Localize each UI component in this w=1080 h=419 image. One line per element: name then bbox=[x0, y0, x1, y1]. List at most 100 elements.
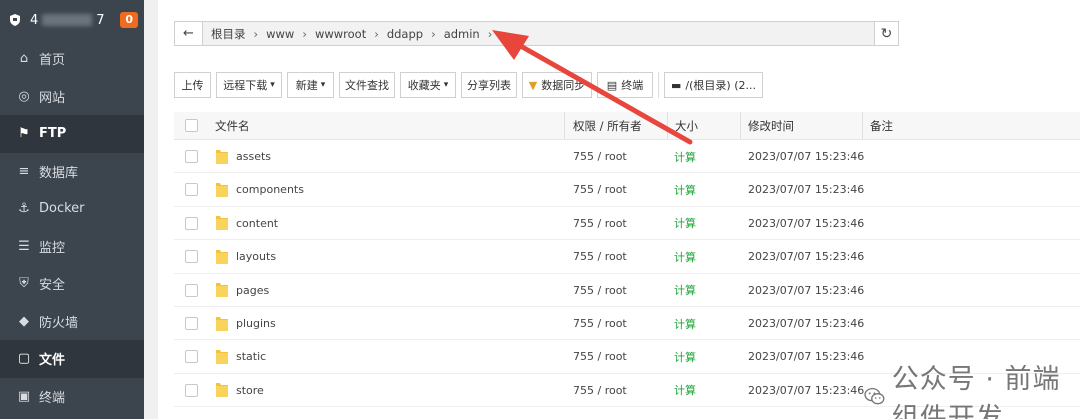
modified-time-cell: 2023/07/07 15:23:46 bbox=[748, 216, 865, 230]
terminal-button[interactable]: ▤ 终端 bbox=[597, 72, 653, 98]
size-calc-link[interactable]: 计算 bbox=[674, 173, 696, 206]
select-all-checkbox[interactable] bbox=[185, 119, 198, 133]
modified-time-cell: 2023/07/07 15:23:46 bbox=[748, 383, 865, 397]
sidebar-item-0[interactable]: ⌂ 首页 bbox=[0, 40, 144, 78]
table-row[interactable]: layouts 755 / root 计算 2023/07/07 15:23:46 bbox=[174, 240, 1080, 274]
sidebar-item-9[interactable]: ▣ 终端 bbox=[0, 378, 144, 416]
size-calc-link[interactable]: 计算 bbox=[674, 340, 696, 373]
file-name[interactable]: content bbox=[236, 217, 278, 230]
header-size[interactable]: 大小 bbox=[675, 112, 698, 140]
sidebar-item-5[interactable]: ☰ 监控 bbox=[0, 228, 144, 266]
table-row[interactable]: plugins 755 / root 计算 2023/07/07 15:23:46 bbox=[174, 307, 1080, 341]
file-name-cell[interactable]: components bbox=[215, 173, 304, 206]
sidebar-item-4[interactable]: ⚓ Docker bbox=[0, 190, 144, 228]
header-permission[interactable]: 权限 / 所有者 bbox=[573, 112, 642, 140]
path-bar[interactable]: ← 根目录 › www › wwwroot › ddapp › admin › bbox=[174, 21, 898, 46]
file-name-cell[interactable]: assets bbox=[215, 140, 271, 173]
favorites-button[interactable]: 收藏夹 ▾ bbox=[400, 72, 456, 98]
share-list-button[interactable]: 分享列表 bbox=[461, 72, 517, 98]
account-prefix: 4 bbox=[30, 12, 39, 28]
file-name[interactable]: static bbox=[236, 350, 266, 363]
account-header[interactable]: 4 7 0 bbox=[0, 0, 144, 40]
sidebar-item-1[interactable]: ◎ 网站 bbox=[0, 78, 144, 116]
sidebar-item-3[interactable]: ≡ 数据库 bbox=[0, 153, 144, 191]
sidebar-item-label: 首页 bbox=[39, 53, 66, 69]
new-button[interactable]: 新建 ▾ bbox=[287, 72, 334, 98]
breadcrumb-item[interactable]: admin bbox=[444, 27, 480, 41]
chevron-right-icon: › bbox=[374, 26, 379, 41]
breadcrumb-item[interactable]: wwwroot bbox=[315, 27, 366, 41]
header-note[interactable]: 备注 bbox=[870, 112, 893, 140]
file-name[interactable]: components bbox=[236, 183, 304, 196]
row-checkbox[interactable] bbox=[185, 173, 198, 206]
upload-button[interactable]: 上传 bbox=[174, 72, 211, 98]
row-checkbox[interactable] bbox=[185, 374, 198, 407]
sidebar-item-8[interactable]: ▢ 文件 bbox=[0, 340, 144, 378]
file-name-cell[interactable]: store bbox=[215, 374, 264, 407]
sidebar-item-2[interactable]: ⚑ FTP bbox=[0, 115, 144, 153]
file-name-cell[interactable]: layouts bbox=[215, 240, 276, 273]
permission-cell[interactable]: 755 / root bbox=[573, 374, 627, 407]
sidebar-item-label: Docker bbox=[39, 201, 85, 217]
row-checkbox[interactable] bbox=[185, 207, 198, 240]
file-name-cell[interactable]: pages bbox=[215, 274, 269, 307]
file-name[interactable]: plugins bbox=[236, 317, 276, 330]
notification-badge[interactable]: 0 bbox=[120, 12, 138, 28]
row-checkbox[interactable] bbox=[185, 274, 198, 307]
data-sync-button[interactable]: ▼ 数据同步 bbox=[522, 72, 592, 98]
size-calc-link[interactable]: 计算 bbox=[674, 274, 696, 307]
column-divider bbox=[862, 112, 863, 140]
file-name-cell[interactable]: static bbox=[215, 340, 266, 373]
size-calc-link[interactable]: 计算 bbox=[674, 374, 696, 407]
row-checkbox[interactable] bbox=[185, 307, 198, 340]
header-modified[interactable]: 修改时间 bbox=[748, 112, 794, 140]
docker-icon: ⚓ bbox=[18, 201, 30, 217]
permission-cell[interactable]: 755 / root bbox=[573, 340, 627, 373]
caret-down-icon: ▾ bbox=[320, 80, 326, 90]
permission-cell[interactable]: 755 / root bbox=[573, 173, 627, 206]
file-name-cell[interactable]: content bbox=[215, 207, 278, 240]
table-row[interactable]: content 755 / root 计算 2023/07/07 15:23:46 bbox=[174, 207, 1080, 241]
row-checkbox[interactable] bbox=[185, 140, 198, 173]
toolbar-divider bbox=[658, 72, 659, 98]
size-calc-link[interactable]: 计算 bbox=[674, 307, 696, 340]
permission-cell[interactable]: 755 / root bbox=[573, 140, 627, 173]
sidebar-item-7[interactable]: ◆ 防火墙 bbox=[0, 303, 144, 341]
folder-icon bbox=[216, 349, 228, 364]
table-row[interactable]: assets 755 / root 计算 2023/07/07 15:23:46 bbox=[174, 140, 1080, 174]
size-calc-link[interactable]: 计算 bbox=[674, 207, 696, 240]
file-name-cell[interactable]: plugins bbox=[215, 307, 276, 340]
sidebar-item-label: 网站 bbox=[39, 90, 66, 106]
breadcrumb-item[interactable]: www bbox=[266, 27, 294, 41]
file-name[interactable]: layouts bbox=[236, 250, 276, 263]
table-row[interactable]: components 755 / root 计算 2023/07/07 15:23:4… bbox=[174, 173, 1080, 207]
row-checkbox[interactable] bbox=[185, 240, 198, 273]
table-header: 文件名 权限 / 所有者 大小 修改时间 备注 bbox=[174, 112, 1080, 140]
table-row[interactable]: pages 755 / root 计算 2023/07/07 15:23:46 bbox=[174, 274, 1080, 307]
header-name[interactable]: 文件名 bbox=[215, 112, 250, 140]
refresh-icon: ↻ bbox=[880, 25, 893, 42]
row-checkbox[interactable] bbox=[185, 340, 198, 373]
disk-selector-button[interactable]: ▬/(根目录) (2... bbox=[664, 72, 763, 98]
sidebar-item-label: 监控 bbox=[39, 240, 66, 256]
sidebar-item-6[interactable]: ⛨ 安全 bbox=[0, 265, 144, 303]
size-calc-link[interactable]: 计算 bbox=[674, 140, 696, 173]
permission-cell[interactable]: 755 / root bbox=[573, 207, 627, 240]
remote-download-button[interactable]: 远程下载 ▾ bbox=[216, 72, 282, 98]
disk-icon: ▬ bbox=[671, 78, 682, 92]
back-button[interactable]: ← bbox=[175, 22, 203, 45]
refresh-button[interactable]: ↻ bbox=[874, 21, 899, 46]
file-search-button[interactable]: 文件查找 bbox=[339, 72, 395, 98]
folder-icon bbox=[216, 383, 228, 398]
size-calc-link[interactable]: 计算 bbox=[674, 240, 696, 273]
breadcrumb-item[interactable]: ddapp bbox=[387, 27, 423, 41]
file-name[interactable]: pages bbox=[236, 284, 269, 297]
permission-cell[interactable]: 755 / root bbox=[573, 307, 627, 340]
folder-icon bbox=[216, 216, 228, 231]
permission-cell[interactable]: 755 / root bbox=[573, 274, 627, 307]
column-divider bbox=[564, 112, 565, 140]
file-name[interactable]: assets bbox=[236, 150, 271, 163]
file-name[interactable]: store bbox=[236, 384, 264, 397]
permission-cell[interactable]: 755 / root bbox=[573, 240, 627, 273]
breadcrumb-item[interactable]: 根目录 bbox=[211, 26, 246, 42]
